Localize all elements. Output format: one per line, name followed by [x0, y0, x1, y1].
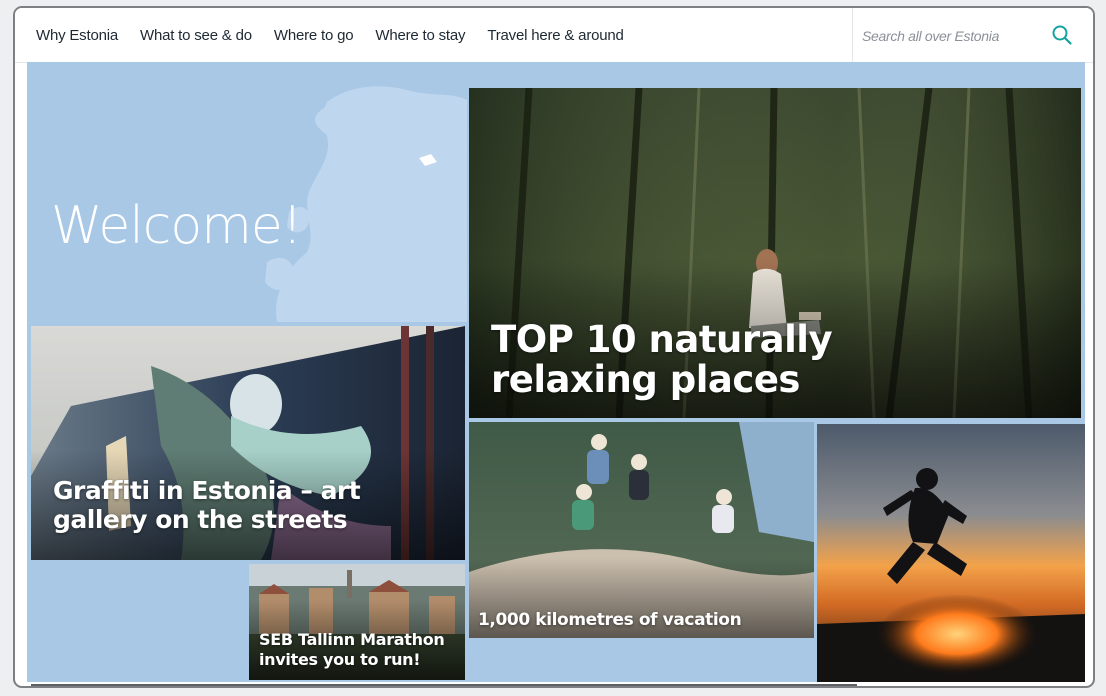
- welcome-heading: Welcome!: [51, 196, 303, 256]
- nav-item-why-estonia[interactable]: Why Estonia: [36, 27, 118, 44]
- card-title: 1,000 kilometres of vacation: [478, 610, 742, 630]
- top-navigation: Why Estonia What to see & do Where to go…: [15, 8, 1093, 63]
- nav-menu: Why Estonia What to see & do Where to go…: [25, 8, 635, 62]
- europe-map: [265, 86, 467, 322]
- nav-divider: [852, 8, 853, 62]
- hero-collage: Welcome! TOP 10 naturally relaxing place…: [27, 62, 1085, 682]
- browser-frame: Why Estonia What to see & do Where to go…: [13, 6, 1095, 688]
- search-icon[interactable]: [1051, 24, 1073, 46]
- card-1000-km-vacation[interactable]: 1,000 kilometres of vacation: [469, 422, 814, 638]
- card-bonfire[interactable]: [817, 424, 1085, 682]
- nav-item-travel-here-around[interactable]: Travel here & around: [487, 27, 624, 44]
- card-tallinn-marathon[interactable]: SEB Tallinn Marathon invites you to run!: [249, 564, 465, 680]
- bonfire-photo: [817, 424, 1085, 682]
- nav-item-what-to-see-do[interactable]: What to see & do: [140, 27, 252, 44]
- card-graffiti[interactable]: Graffiti in Estonia – art gallery on the…: [31, 326, 465, 560]
- horizontal-scrollbar[interactable]: [31, 684, 857, 686]
- card-title: TOP 10 naturally relaxing places: [491, 318, 833, 401]
- card-title: Graffiti in Estonia – art gallery on the…: [53, 476, 361, 534]
- nav-item-where-to-go[interactable]: Where to go: [274, 27, 354, 44]
- nav-item-where-to-stay[interactable]: Where to stay: [375, 27, 465, 44]
- card-title: SEB Tallinn Marathon invites you to run!: [259, 630, 445, 669]
- search-input[interactable]: [860, 21, 1044, 51]
- card-top10-relaxing[interactable]: TOP 10 naturally relaxing places: [469, 88, 1081, 418]
